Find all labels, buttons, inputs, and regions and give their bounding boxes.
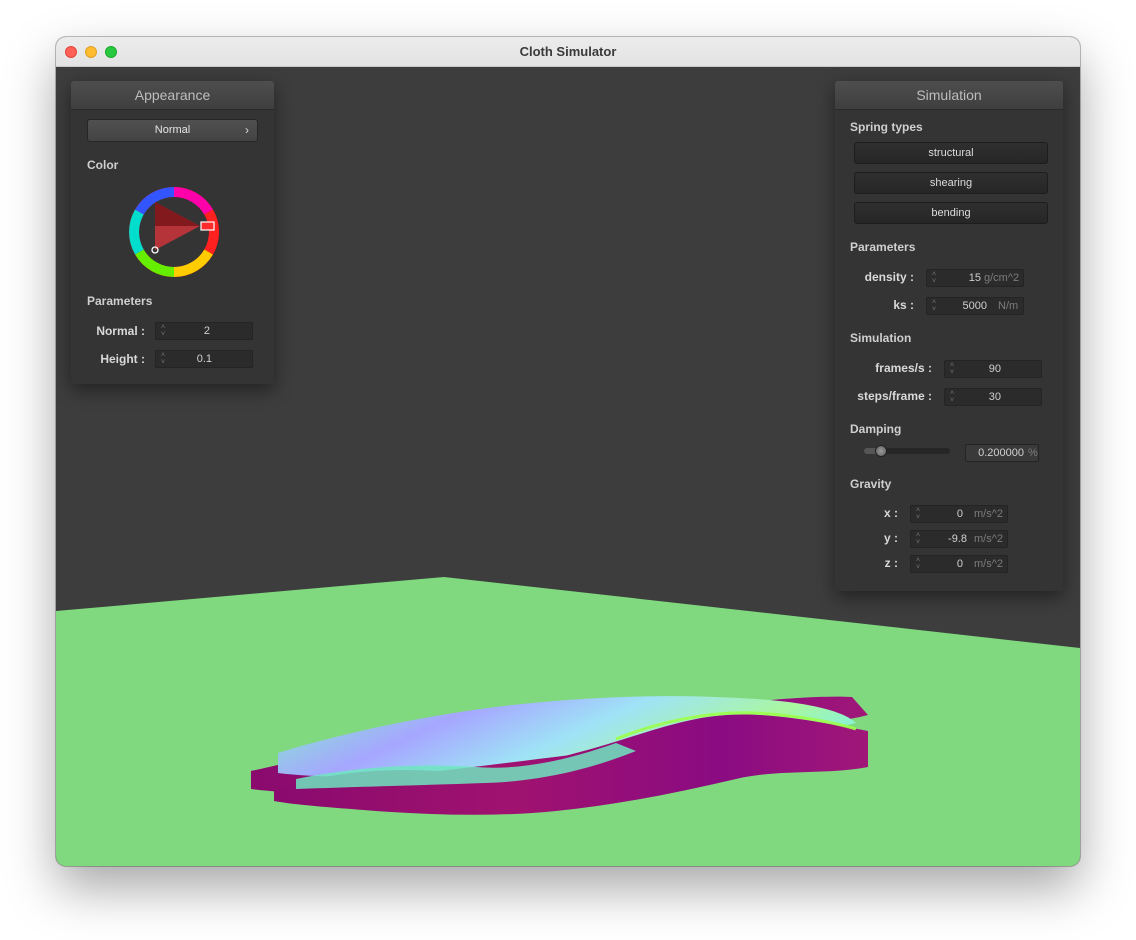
stepper-icon[interactable]: ˄ ˅	[914, 532, 922, 546]
stepper-icon[interactable]: ˄ ˅	[914, 507, 922, 521]
stepper-icon[interactable]: ˄ ˅	[159, 352, 167, 366]
damping-label: Damping	[850, 422, 902, 436]
normal-input[interactable]: ˄ ˅ 2	[155, 322, 253, 340]
shader-dropdown[interactable]: Normal ›	[87, 119, 258, 142]
damping-slider[interactable]	[864, 445, 950, 457]
ks-value: 5000	[962, 300, 987, 312]
hue-segment	[135, 249, 175, 277]
shearing-toggle[interactable]: shearing	[854, 172, 1048, 194]
window-title: Cloth Simulator	[519, 44, 617, 59]
hue-segment	[204, 209, 219, 255]
gravity-y-label: y :	[883, 531, 898, 545]
appearance-panel: Appearance Normal › Color Parameters Nor…	[71, 81, 274, 384]
stepper-icon[interactable]: ˄ ˅	[159, 324, 167, 338]
title-bar: Cloth Simulator	[56, 37, 1080, 67]
stepper-icon[interactable]: ˄ ˅	[930, 299, 938, 313]
steps-per-frame-label: steps/frame :	[857, 389, 932, 403]
steps-per-frame-input[interactable]: ˄ ˅ 30	[944, 388, 1042, 406]
simulation-panel: Simulation Spring types structural shear…	[835, 81, 1063, 591]
simulation-panel-title: Simulation	[835, 81, 1063, 110]
hue-segment	[173, 249, 213, 277]
parameters-label: Parameters	[850, 240, 916, 254]
height-label: Height :	[100, 352, 145, 366]
ks-unit: N/m	[998, 300, 1019, 312]
parameters-section-label: Parameters	[87, 294, 153, 308]
gravity-z-unit: m/s^2	[974, 558, 1003, 570]
gravity-x-value: 0	[956, 508, 963, 520]
steps-per-frame-value: 30	[988, 391, 1001, 403]
density-input[interactable]: ˄ ˅ 15 g/cm^2	[926, 269, 1024, 287]
gravity-y-unit: m/s^2	[974, 533, 1003, 545]
bending-toggle[interactable]: bending	[854, 202, 1048, 224]
frames-per-second-input[interactable]: ˄ ˅ 90	[944, 360, 1042, 378]
gravity-x-input[interactable]: ˄ ˅ 0 m/s^2	[910, 505, 1008, 523]
shader-dropdown-value: Normal	[154, 124, 191, 136]
frames-per-second-value: 90	[988, 363, 1001, 375]
3d-viewport[interactable]: Appearance Normal › Color Parameters Nor…	[56, 67, 1080, 866]
gravity-x-label: x :	[883, 506, 898, 520]
ks-label: ks :	[893, 298, 914, 312]
stepper-icon[interactable]: ˄ ˅	[930, 271, 938, 285]
ks-input[interactable]: ˄ ˅ 5000 N/m	[926, 297, 1024, 315]
hue-selector[interactable]	[200, 221, 215, 231]
damping-unit: %	[1028, 447, 1038, 459]
density-value: 15	[968, 272, 981, 284]
gravity-z-value: 0	[956, 558, 963, 570]
app-window: Cloth Simulator Appearance Normal › Colo…	[56, 37, 1080, 866]
appearance-panel-title: Appearance	[71, 81, 274, 110]
chevron-right-icon: ›	[245, 123, 249, 137]
color-section-label: Color	[87, 158, 119, 172]
hue-segment	[129, 209, 144, 255]
triangle-shade	[155, 202, 200, 226]
damping-input[interactable]: 0.200000 %	[965, 444, 1039, 462]
gravity-y-input[interactable]: ˄ ˅ -9.8 m/s^2	[910, 530, 1008, 548]
height-input[interactable]: ˄ ˅ 0.1	[155, 350, 253, 368]
normal-label: Normal :	[96, 324, 145, 338]
spring-types-label: Spring types	[850, 120, 923, 134]
gravity-z-input[interactable]: ˄ ˅ 0 m/s^2	[910, 555, 1008, 573]
gravity-x-unit: m/s^2	[974, 508, 1003, 520]
density-unit: g/cm^2	[984, 272, 1020, 284]
normal-value: 2	[203, 325, 210, 337]
height-value: 0.1	[196, 353, 212, 365]
density-label: density :	[864, 270, 914, 284]
stepper-icon[interactable]: ˄ ˅	[948, 362, 956, 376]
gravity-y-value: -9.8	[948, 533, 967, 545]
structural-toggle[interactable]: structural	[854, 142, 1048, 164]
frames-per-second-label: frames/s :	[875, 361, 932, 375]
hue-segment	[173, 187, 213, 215]
gravity-label: Gravity	[850, 477, 892, 491]
simulation-label: Simulation	[850, 331, 912, 345]
color-wheel[interactable]	[124, 182, 224, 282]
stepper-icon[interactable]: ˄ ˅	[914, 557, 922, 571]
stepper-icon[interactable]: ˄ ˅	[948, 390, 956, 404]
damping-slider-handle[interactable]	[875, 445, 887, 457]
gravity-z-label: z :	[884, 556, 898, 570]
damping-value: 0.200000	[978, 447, 1024, 459]
